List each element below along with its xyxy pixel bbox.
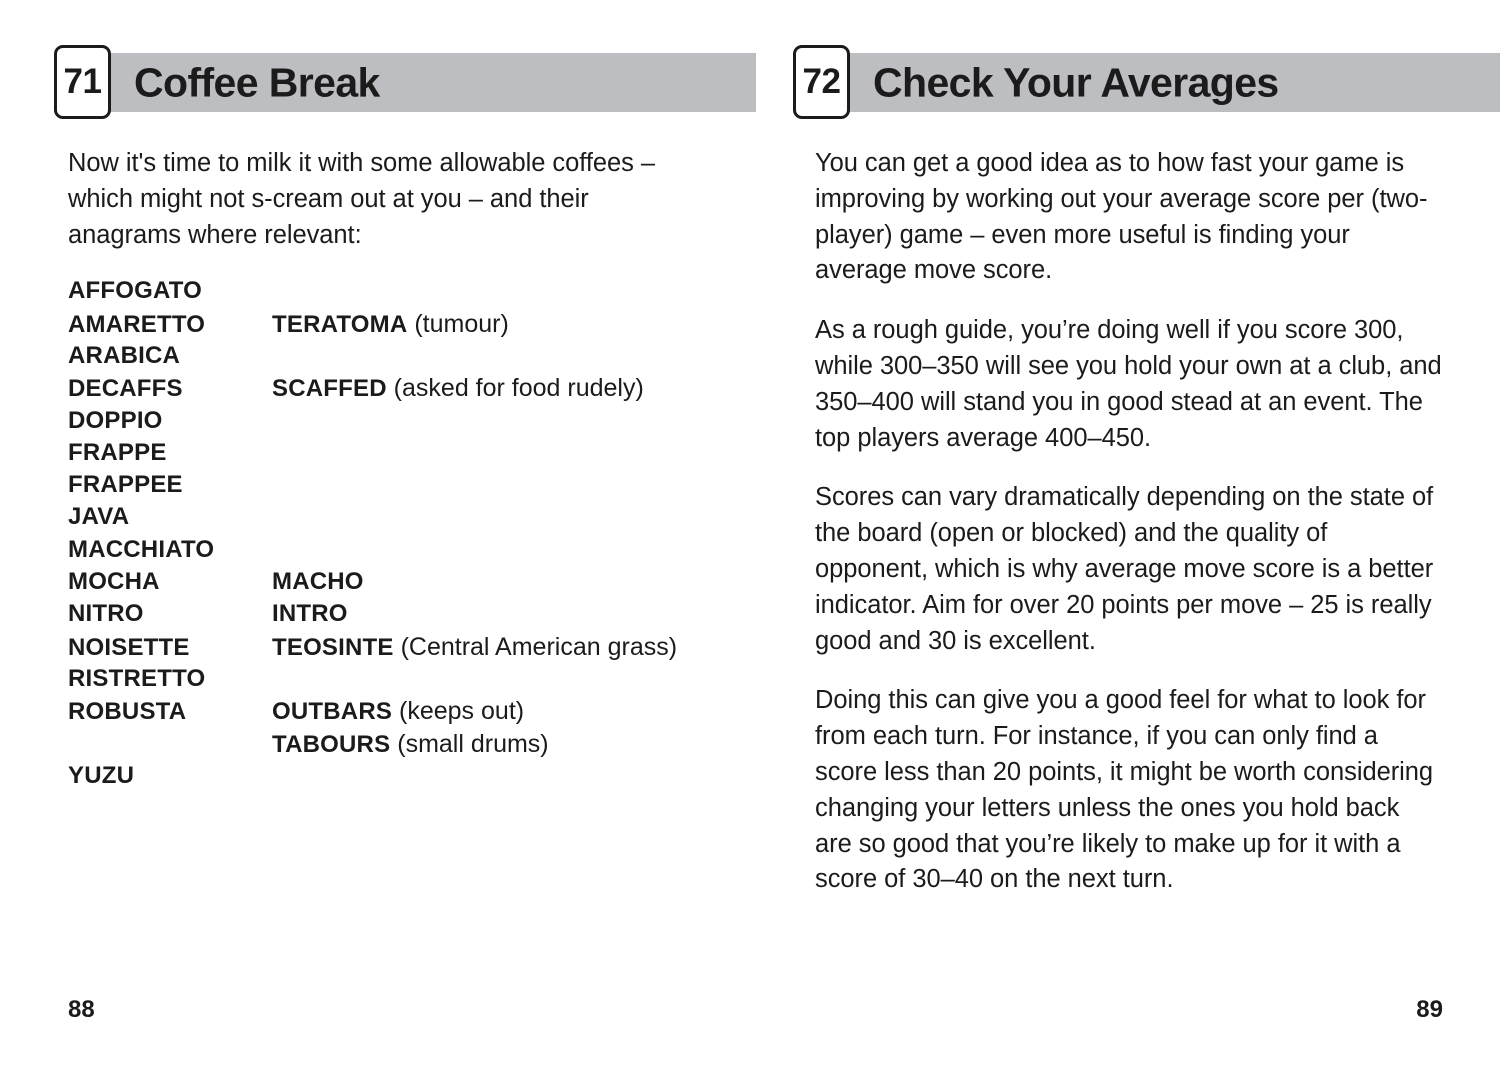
averages-paragraph: As a rough guide, you’re doing well if y…: [815, 316, 1442, 452]
averages-paragraph: Scores can vary dramatically depending o…: [815, 483, 1434, 655]
averages-paragraph: Doing this can give you a good feel for …: [815, 686, 1434, 894]
coffee-term: RISTRETTO: [68, 664, 206, 692]
left-chapter-header: 71 Coffee Break: [54, 45, 756, 119]
anagram-gloss: (tumour): [407, 309, 509, 338]
coffee-term: FRAPPEE: [68, 471, 183, 499]
left-chapter-number: 71: [54, 45, 111, 119]
word-list-row: YUZU: [68, 762, 708, 794]
anagram-column: SCAFFED (asked for food rudely): [272, 374, 708, 406]
anagram-word: INTRO: [272, 600, 348, 628]
coffee-term: ROBUSTA: [68, 698, 187, 726]
coffee-term: DOPPIO: [68, 406, 163, 434]
right-page-number: 89: [1416, 996, 1443, 1023]
anagram-line: TEOSINTE (Central American grass): [272, 633, 708, 665]
coffee-word-list: AFFOGATO AMARETTO TERATOMA (tumour) ARABICA…: [68, 277, 708, 793]
anagram-word: TABOURS: [272, 730, 391, 758]
coffee-term: AMARETTO: [68, 310, 206, 338]
right-page: 72 Check Your Averages You can get a goo…: [756, 0, 1500, 1068]
word-list-row: ARABICA: [68, 342, 708, 374]
coffee-term: NITRO: [68, 600, 144, 628]
word-list-row: AMARETTO TERATOMA (tumour): [68, 310, 708, 342]
averages-paragraph: You can get a good idea as to how fast y…: [815, 149, 1428, 285]
book-spread: 71 Coffee Break Now it's time to milk it…: [0, 0, 1500, 1068]
anagram-column: TEOSINTE (Central American grass): [272, 633, 708, 665]
word-list-row: JAVA: [68, 503, 708, 535]
coffee-term: MACCHIATO: [68, 535, 215, 563]
word-list-row: AFFOGATO: [68, 277, 708, 309]
word-list-row: DOPPIO: [68, 407, 708, 439]
left-body-column: Now it's time to milk it with some allow…: [68, 146, 708, 794]
anagram-column: OUTBARS (keeps out) TABOURS (small drums): [272, 697, 708, 762]
anagram-line: TERATOMA (tumour): [272, 310, 708, 342]
coffee-term: YUZU: [68, 761, 135, 789]
left-chapter-title: Coffee Break: [134, 59, 380, 105]
anagram-gloss: (keeps out): [392, 697, 525, 726]
right-chapter-title: Check Your Averages: [873, 59, 1279, 105]
anagram-line: MACHO: [272, 568, 708, 600]
left-page: 71 Coffee Break Now it's time to milk it…: [0, 0, 756, 1068]
word-list-row: NOISETTE TEOSINTE (Central American grass…: [68, 633, 708, 665]
coffee-term: DECAFFS: [68, 375, 183, 403]
right-chapter-number: 72: [793, 45, 850, 119]
word-list-row: DECAFFS SCAFFED (asked for food rudely): [68, 374, 708, 406]
right-body-column: You can get a good idea as to how fast y…: [815, 146, 1443, 898]
anagram-gloss: (asked for food rudely): [386, 374, 644, 403]
word-list-row: MOCHA MACHO: [68, 568, 708, 600]
word-list-row: FRAPPE: [68, 439, 708, 471]
anagram-column: MACHO: [272, 568, 708, 600]
word-list-row: RISTRETTO: [68, 665, 708, 697]
anagram-column: TERATOMA (tumour): [272, 310, 708, 342]
coffee-term: AFFOGATO: [68, 277, 203, 305]
anagram-gloss: (small drums): [390, 729, 549, 758]
anagram-line: OUTBARS (keeps out): [272, 697, 708, 729]
word-list-row: NITRO INTRO: [68, 600, 708, 632]
anagram-word: MACHO: [272, 568, 364, 596]
left-page-number: 88: [68, 996, 95, 1023]
right-chapter-header: 72 Check Your Averages: [793, 45, 1500, 119]
word-list-row: FRAPPEE: [68, 471, 708, 503]
coffee-term: FRAPPE: [68, 438, 167, 466]
coffee-term: JAVA: [68, 503, 130, 531]
anagram-line: INTRO: [272, 600, 708, 632]
anagram-word: SCAFFED: [272, 375, 387, 403]
anagram-line: TABOURS (small drums): [272, 730, 708, 762]
word-list-row: ROBUSTA OUTBARS (keeps out) TABOURS (small…: [68, 697, 708, 757]
anagram-word: TERATOMA: [272, 310, 408, 338]
anagram-column: INTRO: [272, 600, 708, 632]
anagram-word: TEOSINTE: [272, 633, 394, 661]
coffee-term: MOCHA: [68, 568, 160, 596]
coffee-term: NOISETTE: [68, 633, 190, 661]
anagram-gloss: (Central American grass): [393, 632, 678, 661]
anagram-word: OUTBARS: [272, 698, 393, 726]
word-list-row: MACCHIATO: [68, 536, 708, 568]
coffee-intro-paragraph: Now it's time to milk it with some allow…: [68, 149, 656, 249]
coffee-term: ARABICA: [68, 341, 181, 369]
anagram-line: SCAFFED (asked for food rudely): [272, 374, 708, 406]
